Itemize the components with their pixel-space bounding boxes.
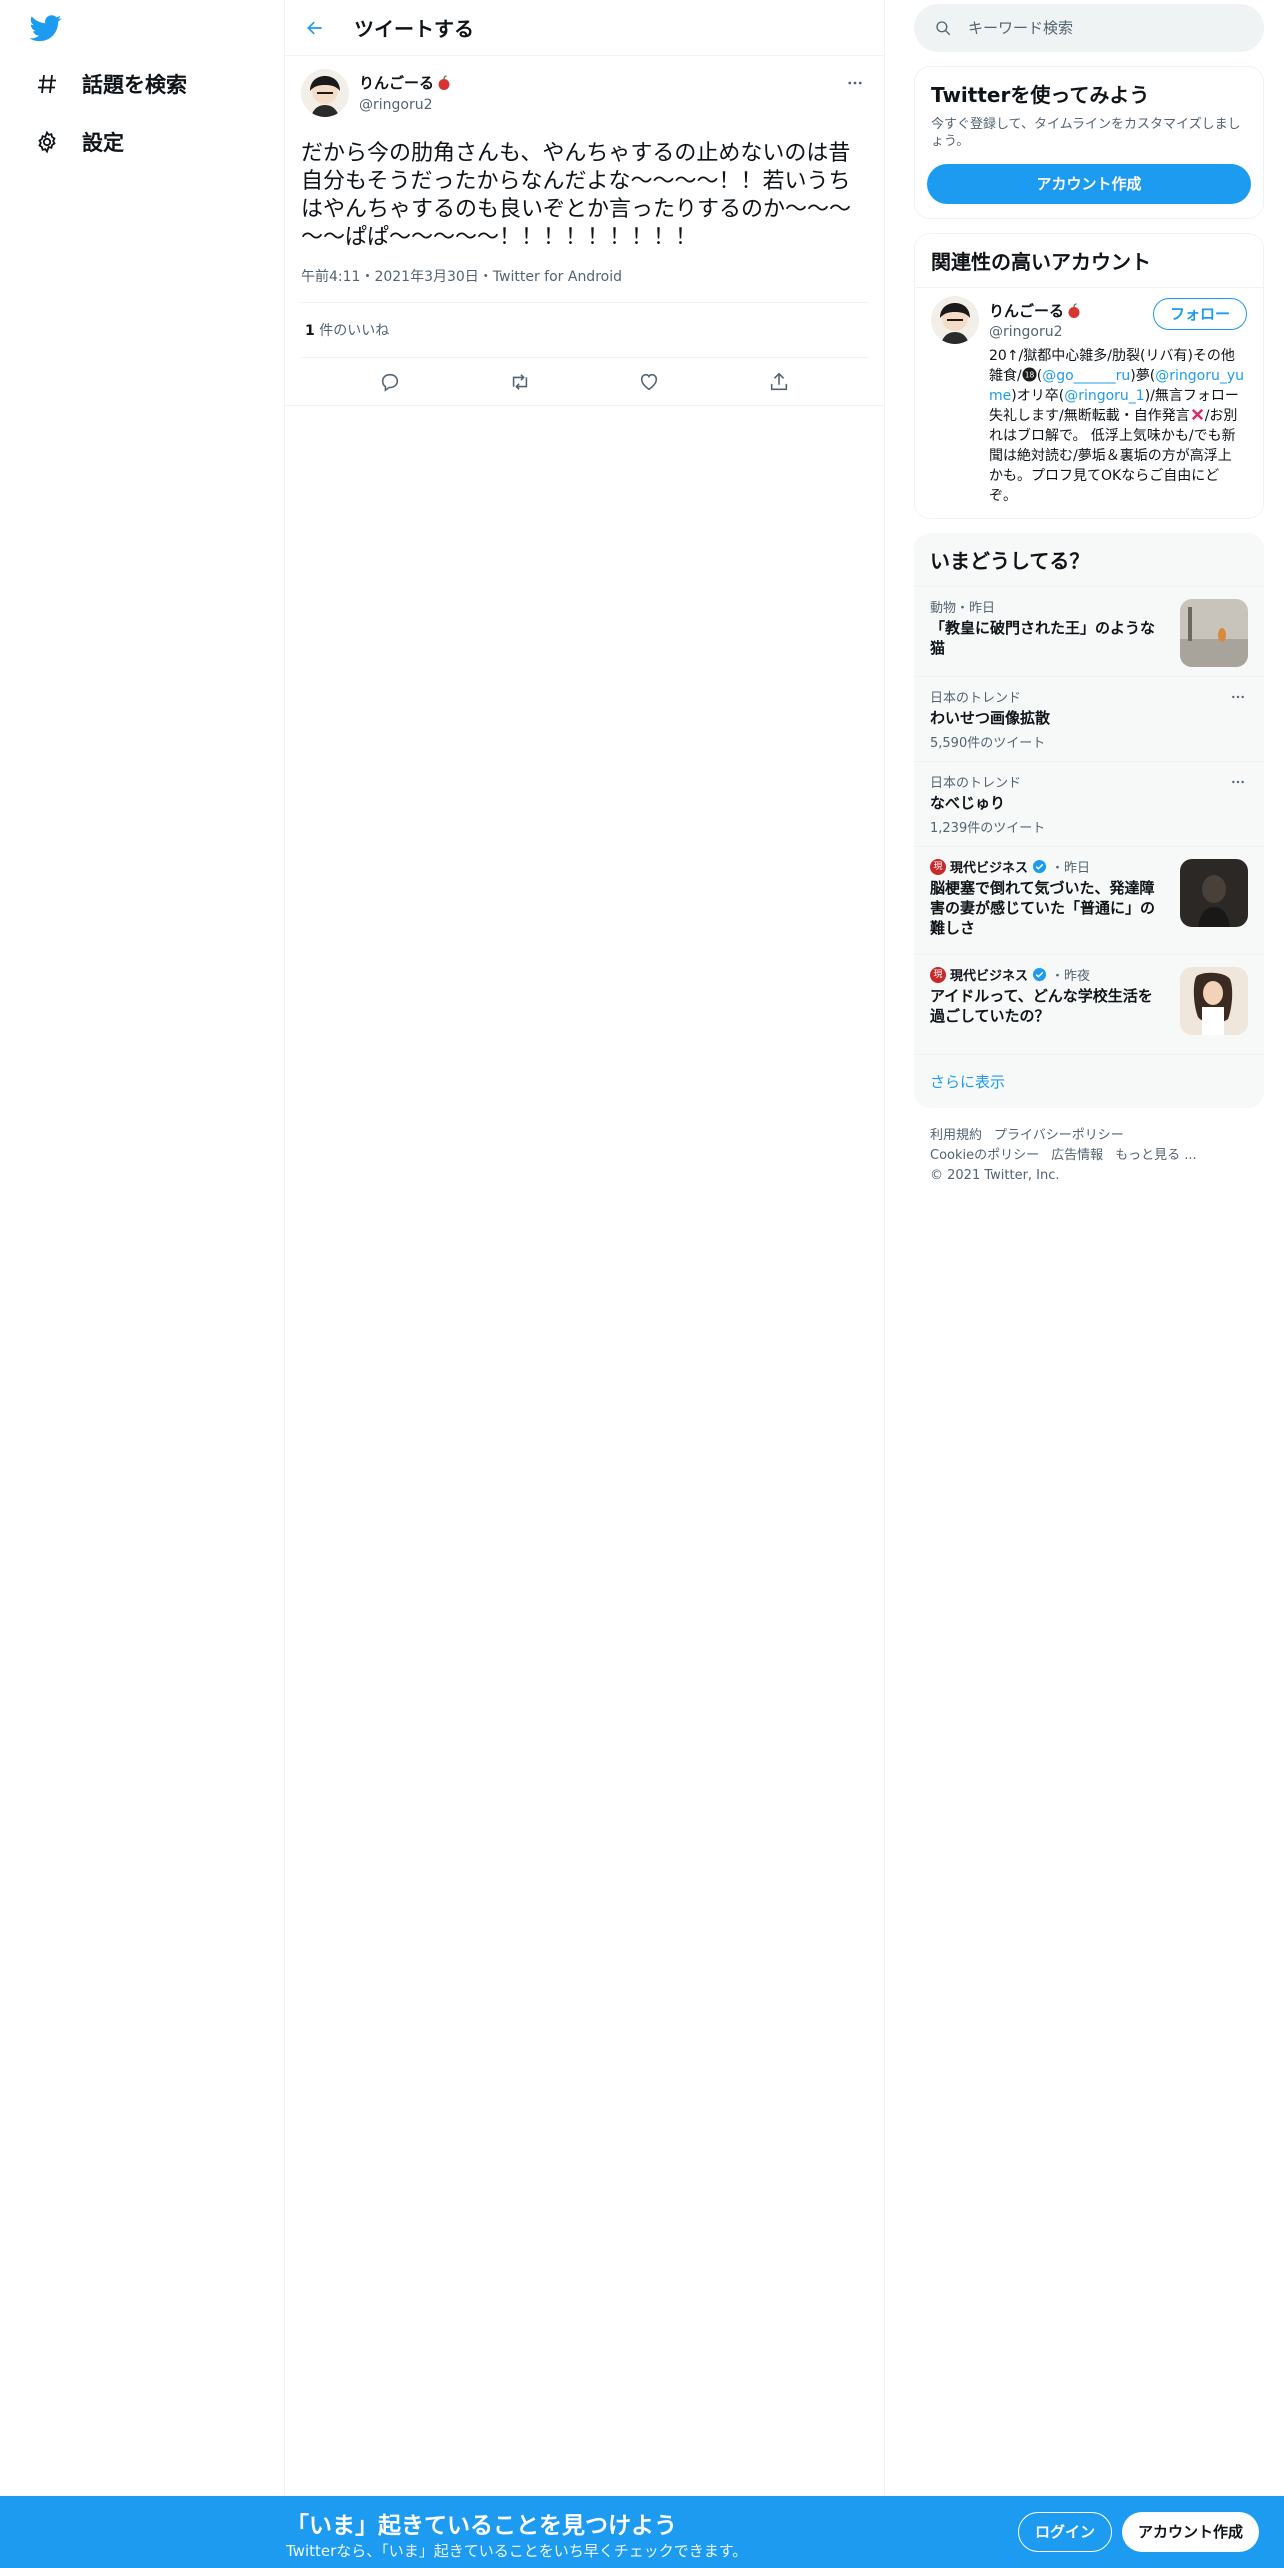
search-box[interactable] [914,4,1264,52]
arrow-left-icon [307,21,322,34]
signup-button[interactable]: アカウント作成 [1122,2512,1260,2552]
related-accounts-title: 関連性の高いアカウント [931,250,1151,274]
share-icon [771,372,788,390]
search-input[interactable] [968,19,1228,37]
tweet-text: だから今の肋角さんも、やんちゃするの止めないのは昔自分もそうだったからなんだよな… [301,141,852,250]
reply-button[interactable] [373,365,407,399]
signup-card-title: Twitterを使ってみよう [931,83,1150,107]
news-item[interactable]: 現現代ビジネス ・昨夜 アイドルって、どんな学校生活を過ごしていたの？ [914,954,1264,1054]
login-button[interactable]: ログイン [1018,2512,1113,2552]
gear-icon [34,129,60,155]
apple-emoji-icon [1068,302,1080,318]
twitter-logo-icon[interactable] [29,12,66,44]
footer: 利用規約 プライバシーポリシー Cookieのポリシー 広告情報 もっと見る ... … [914,1108,1264,1204]
heart-icon [641,373,658,390]
like-button[interactable] [632,365,666,399]
page-title: ツイートする [354,17,474,41]
publisher-logo-icon: 現 [930,858,946,875]
news-thumbnail [1180,967,1248,1035]
signup-banner: 「いま」起きていることを見つけよう Twitterなら、「いま」起きていることを… [0,2496,1284,2568]
privacy-link[interactable]: プライバシーポリシー [994,1128,1124,1143]
trend-item[interactable]: 日本のトレンド わいせつ画像拡散 5,590件のツイート [914,676,1264,761]
tweet: りんごーる @ringoru2 だから今の肋角さんも、やんちゃするの止めないのは… [285,56,884,406]
mention-link[interactable]: @ringoru_1 [1064,388,1145,404]
trend-thumbnail [1180,599,1248,667]
hashtag-icon [34,71,60,97]
signup-card: Twitterを使ってみよう 今すぐ登録して、タイムラインをカスタマイズしましょ… [914,66,1264,219]
tweet-meta[interactable]: 午前4:11・2021年3月30日・Twitter for Android [301,266,868,303]
left-nav: 話題を検索 設定 [0,0,284,2568]
nav-item-label: 話題を検索 [82,73,187,97]
author-name[interactable]: りんごーる [359,72,452,93]
create-account-button[interactable]: アカウント作成 [927,164,1251,204]
author-handle[interactable]: @ringoru2 [359,97,452,113]
show-more-link[interactable]: さらに表示 [914,1054,1264,1108]
nav-item-settings[interactable]: 設定 [34,122,124,162]
right-sidebar: Twitterを使ってみよう 今すぐ登録して、タイムラインをカスタマイズしましょ… [914,0,1264,1204]
retweet-button[interactable] [503,365,537,399]
publisher-logo-icon: 現 [930,966,946,983]
follow-button[interactable]: フォロー [1152,298,1247,330]
verified-badge-icon [1032,967,1047,982]
trend-item[interactable]: 日本のトレンド なべじゅり 1,239件のツイート [914,761,1264,846]
avatar[interactable] [301,69,349,117]
ads-info-link[interactable]: 広告情報 [1051,1148,1103,1163]
trend-more-button[interactable] [1228,772,1248,792]
share-button[interactable] [762,365,796,399]
retweet-icon [512,373,527,390]
search-icon [936,21,951,36]
banner-subtitle: Twitterなら、「いま」起きていることをいち早くチェックできます。 [286,2542,748,2560]
back-button[interactable] [298,11,332,45]
trends-title: いまどうしてる？ [930,549,1090,573]
more-icon [1232,780,1244,784]
signup-card-desc: 今すぐ登録して、タイムラインをカスタマイズしましょう。 [931,117,1241,149]
mention-link[interactable]: @go______ru [1042,368,1130,384]
nav-item-explore[interactable]: 話題を検索 [34,64,187,104]
avatar[interactable] [931,296,979,344]
verified-badge-icon [1032,859,1047,874]
svg-text:18: 18 [1024,370,1034,379]
terms-link[interactable]: 利用規約 [930,1128,982,1143]
tweet-actions [285,358,884,406]
related-accounts-card: 関連性の高いアカウント りんごーる @ringoru2 20↑/獄都中心雑多/肋… [914,233,1264,519]
more-options-button[interactable] [840,68,870,98]
trends-card: いまどうしてる？ 動物・昨日 「教皇に破門された王」のような猫 日本のトレンド … [914,533,1264,1108]
cross-mark-emoji-icon [1191,408,1203,421]
reply-icon [381,373,398,392]
main-column: ツイートする りんごーる @ringoru2 だから今の肋角さんも、やんちゃする… [284,0,885,2496]
nav-item-label: 設定 [82,131,124,155]
cookie-link[interactable]: Cookieのポリシー [930,1148,1039,1163]
banner-title: 「いま」起きていることを見つけよう [286,2513,677,2539]
more-icon [848,81,862,85]
more-link[interactable]: もっと見る ... [1115,1148,1197,1163]
account-bio: 20↑/獄都中心雑多/肋裂(リバ有)その他雑食/18 (@go______ru)夢… [989,348,1244,504]
trend-item[interactable]: 動物・昨日 「教皇に破門された王」のような猫 [914,586,1264,676]
trend-more-button[interactable] [1228,687,1248,707]
more-icon [1232,695,1244,699]
page-header: ツイートする [285,0,884,56]
news-item[interactable]: 現現代ビジネス ・昨日 脳梗塞で倒れて気づいた、発達障害の妻が感じていた「普通に」… [914,846,1264,954]
age-18-emoji-icon: 18 [1022,367,1037,382]
copyright: © 2021 Twitter, Inc. [930,1168,1060,1183]
tweet-header: りんごーる @ringoru2 [301,66,868,122]
news-thumbnail [1180,859,1248,927]
account-item[interactable]: りんごーる @ringoru2 20↑/獄都中心雑多/肋裂(リバ有)その他雑食/… [915,287,1263,518]
likes-count[interactable]: 1 件のいいね [301,303,868,358]
apple-emoji-icon [438,74,450,90]
